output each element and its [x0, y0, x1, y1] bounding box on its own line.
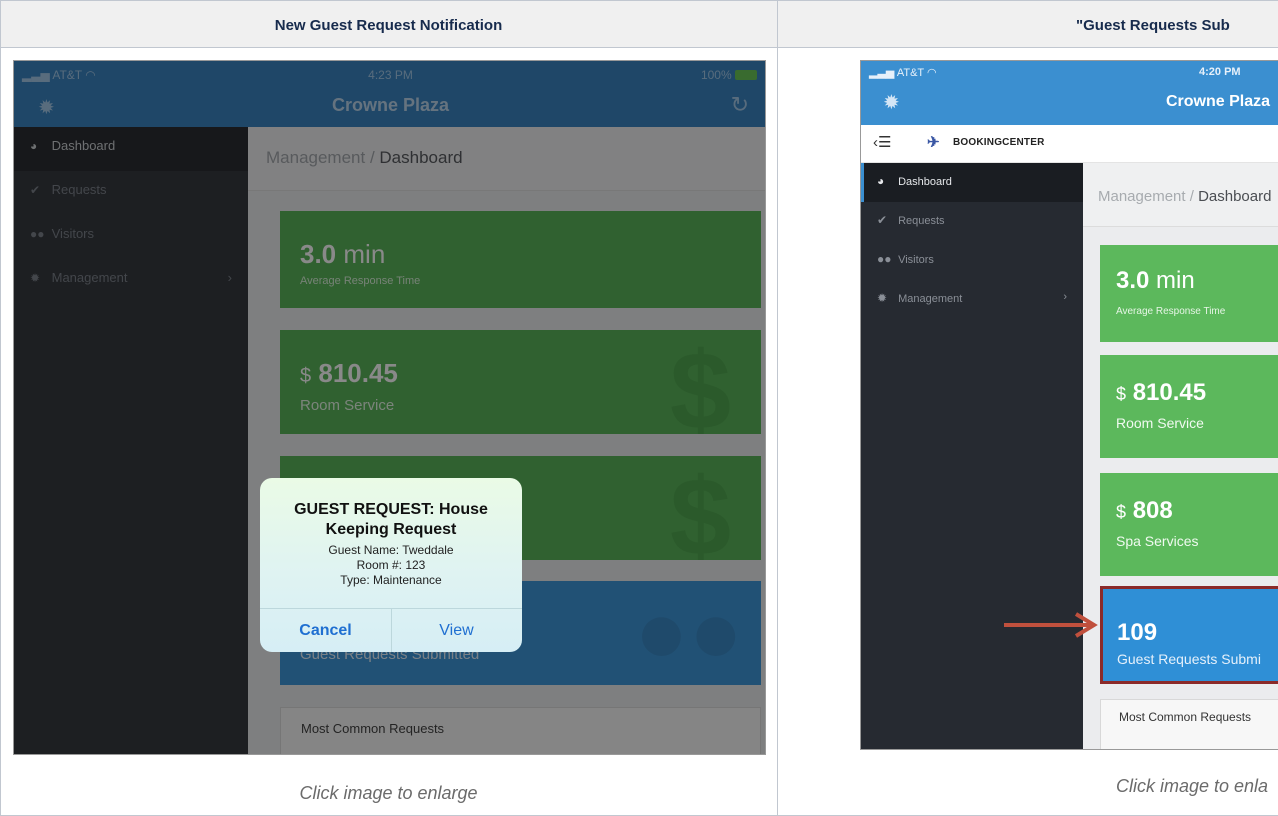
alert-type: Type: Maintenance	[340, 573, 442, 587]
table-border-left	[0, 0, 1, 816]
alert-view-button[interactable]: View	[391, 622, 522, 640]
right-screenshot[interactable]: ▂▃▅ AT&T ◠ 4:20 PM ✹ Crowne Plaza ‹☰ ✈ B…	[860, 60, 1278, 750]
red-arrow-icon	[1004, 612, 1098, 638]
response-time-value: 3.0	[1116, 267, 1150, 294]
brand-name: BOOKINGCENTER	[953, 137, 1045, 148]
dashboard-icon: ◕	[877, 174, 885, 188]
most-common-requests-panel: Most Common Requests	[1100, 699, 1278, 749]
spa-services-label: Spa Services	[1116, 533, 1199, 549]
menu-toggle-icon[interactable]: ‹☰	[873, 133, 891, 151]
response-time-unit: min	[1156, 267, 1195, 294]
main-content: Management / Dashboard 3.0 min Average R…	[1083, 163, 1278, 749]
sidebar-item-requests[interactable]: ✔ Requests	[861, 202, 1083, 241]
tile-room-service[interactable]: $ 810.45 Room Service	[1100, 355, 1278, 458]
breadcrumb-parent[interactable]: Management /	[1098, 188, 1198, 205]
sidebar-item-visitors[interactable]: ●● Visitors	[861, 241, 1083, 280]
highlight-box	[1100, 586, 1278, 684]
right-column-header: "Guest Requests Sub	[1076, 17, 1230, 34]
users-icon: ●●	[877, 252, 892, 266]
alert-cancel-button[interactable]: Cancel	[260, 622, 391, 640]
nav-title: Crowne Plaza	[1166, 93, 1271, 110]
left-caption: Click image to enlarge	[299, 783, 478, 803]
gear-icon: ✹	[877, 291, 888, 305]
alert-title: GUEST REQUEST: House Keeping Request	[294, 501, 488, 538]
room-service-value: 810.45	[1132, 379, 1207, 406]
left-screenshot[interactable]: ▂▃▅ AT&T ◠ 4:23 PM 100% ✹ Crowne Plaza ↻…	[13, 60, 766, 755]
guest-request-alert: GUEST REQUEST: House Keeping Request Gue…	[260, 478, 522, 652]
alert-room: Room #: 123	[356, 558, 426, 572]
sidebar-item-dashboard[interactable]: ◕ Dashboard	[861, 163, 1083, 202]
wifi-icon: ◠	[927, 67, 937, 79]
room-service-label: Room Service	[1116, 415, 1204, 431]
spa-services-value: 808	[1132, 497, 1173, 524]
tile-spa-services[interactable]: $ 808 Spa Services	[1100, 473, 1278, 576]
status-time: 4:20 PM	[1199, 66, 1241, 78]
signal-icon: ▂▃▅	[869, 67, 895, 79]
app-top-bar: ‹☰ ✈ BOOKINGCENTER	[861, 125, 1278, 163]
tile-response-time[interactable]: 3.0 min Average Response Time	[1100, 245, 1278, 342]
breadcrumb-current: Dashboard	[1198, 188, 1272, 205]
sidebar: ◕ Dashboard ✔ Requests ●● Visitors ✹ Man…	[861, 163, 1083, 749]
most-common-requests-title: Most Common Requests	[1119, 710, 1252, 724]
alert-guest-name: Guest Name: Tweddale	[328, 543, 454, 557]
chevron-right-icon: ›	[1063, 291, 1067, 303]
left-column-header: New Guest Request Notification	[274, 17, 503, 34]
check-icon: ✔	[877, 213, 888, 227]
status-bar: ▂▃▅ AT&T ◠ 4:20 PM	[861, 61, 1278, 85]
table-border-middle	[777, 0, 778, 816]
response-time-label: Average Response Time	[1116, 306, 1226, 317]
right-caption: Click image to enla	[1116, 776, 1269, 796]
bookingcenter-logo-icon: ✈	[927, 134, 940, 151]
nav-bar: ✹ Crowne Plaza	[861, 85, 1278, 125]
breadcrumb: Management / Dashboard	[1083, 163, 1278, 227]
sidebar-item-management[interactable]: ✹ Management ›	[861, 280, 1083, 319]
settings-gear-icon[interactable]: ✹	[883, 90, 900, 115]
